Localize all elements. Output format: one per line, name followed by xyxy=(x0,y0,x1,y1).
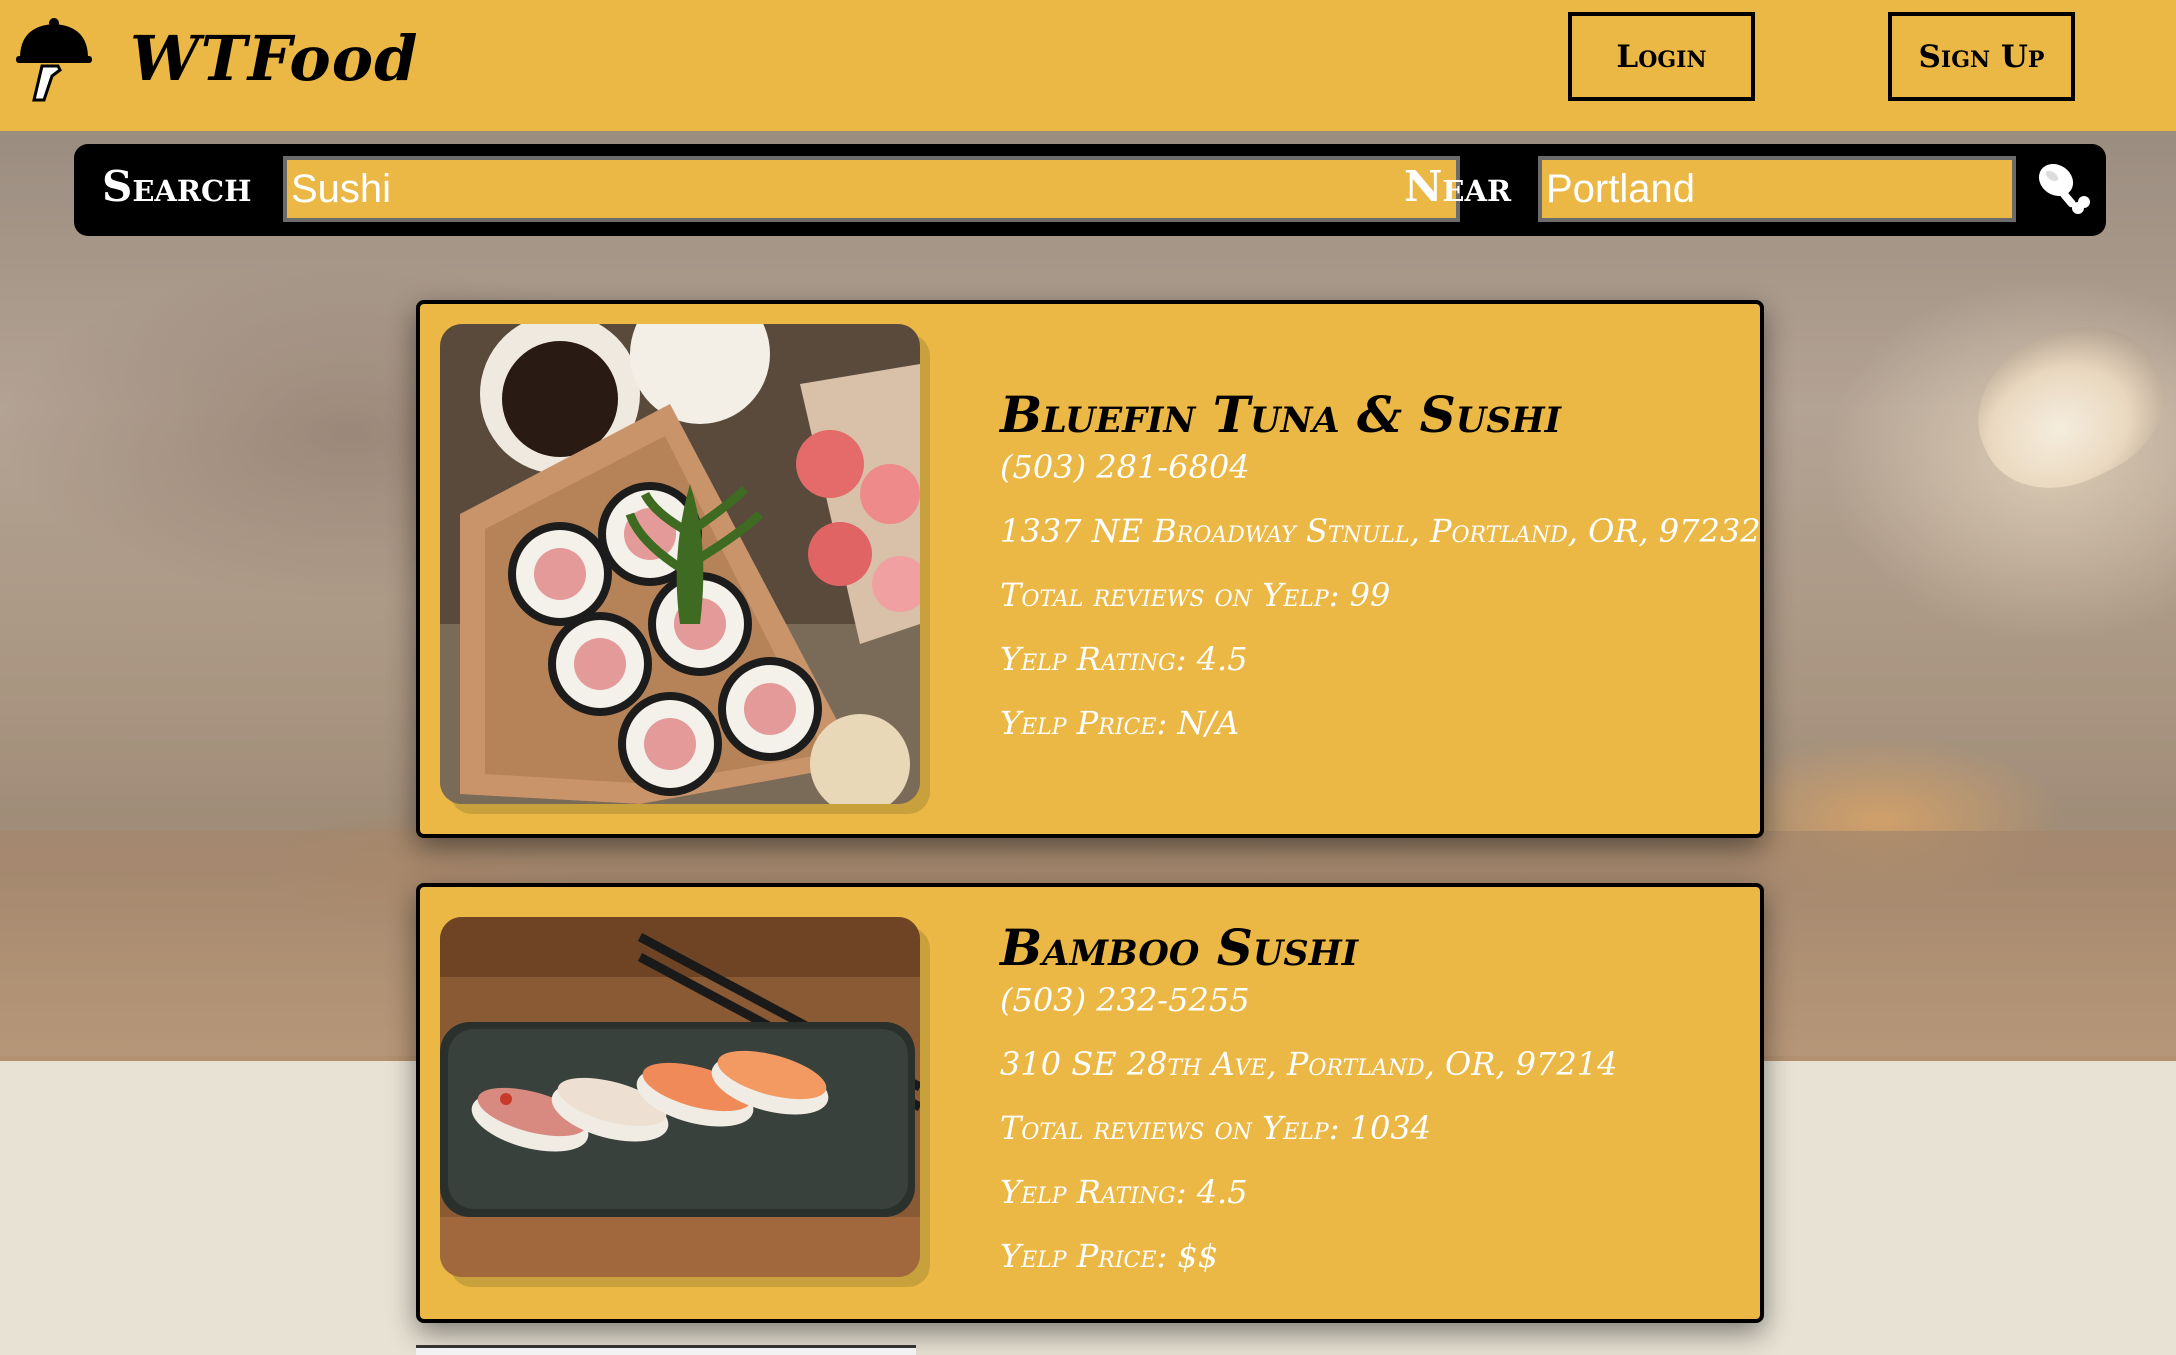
restaurant-phone: (503) 232-5255 xyxy=(1000,981,1250,1019)
next-result-card-edge xyxy=(416,1345,916,1355)
drumstick-icon[interactable] xyxy=(2030,156,2094,222)
restaurant-photo xyxy=(440,917,920,1277)
yelp-rating: Yelp Rating: 4.5 xyxy=(1000,1173,1248,1211)
restaurant-address: 1337 NE Broadway Stnull, Portland, OR, 9… xyxy=(1000,512,1761,550)
search-bar: Search Sushi Near Portland xyxy=(74,144,2106,236)
cloche-in-hand-icon[interactable] xyxy=(14,16,94,102)
result-card[interactable]: Bluefin Tuna & Sushi (503) 281-6804 1337… xyxy=(416,300,1764,838)
review-count: Total reviews on Yelp: 1034 xyxy=(1000,1109,1432,1147)
search-input[interactable]: Sushi xyxy=(283,156,1460,222)
restaurant-address: 310 SE 28th Ave, Portland, OR, 97214 xyxy=(1000,1045,1618,1083)
login-button[interactable]: Login xyxy=(1568,12,1755,101)
result-card[interactable]: Bamboo Sushi (503) 232-5255 310 SE 28th … xyxy=(416,883,1764,1323)
brand-wordmark[interactable]: WTFood xyxy=(130,22,418,95)
restaurant-photo xyxy=(440,324,920,804)
search-label: Search xyxy=(102,162,252,211)
near-label: Near xyxy=(1404,162,1512,211)
yelp-price: Yelp Price: N/A xyxy=(1000,704,1240,742)
top-nav-bar: WTFood Login Sign Up xyxy=(0,0,2176,131)
signup-button[interactable]: Sign Up xyxy=(1888,12,2075,101)
yelp-price: Yelp Price: $$ xyxy=(1000,1237,1219,1275)
restaurant-name[interactable]: Bamboo Sushi xyxy=(1000,917,1740,979)
review-count: Total reviews on Yelp: 99 xyxy=(1000,576,1391,614)
location-input[interactable]: Portland xyxy=(1538,156,2016,222)
restaurant-info: Bluefin Tuna & Sushi (503) 281-6804 1337… xyxy=(1000,384,1761,744)
restaurant-phone: (503) 281-6804 xyxy=(1000,448,1250,486)
restaurant-info: Bamboo Sushi (503) 232-5255 310 SE 28th … xyxy=(1000,917,1740,1277)
restaurant-name[interactable]: Bluefin Tuna & Sushi xyxy=(1000,384,1740,446)
yelp-rating: Yelp Rating: 4.5 xyxy=(1000,640,1248,678)
